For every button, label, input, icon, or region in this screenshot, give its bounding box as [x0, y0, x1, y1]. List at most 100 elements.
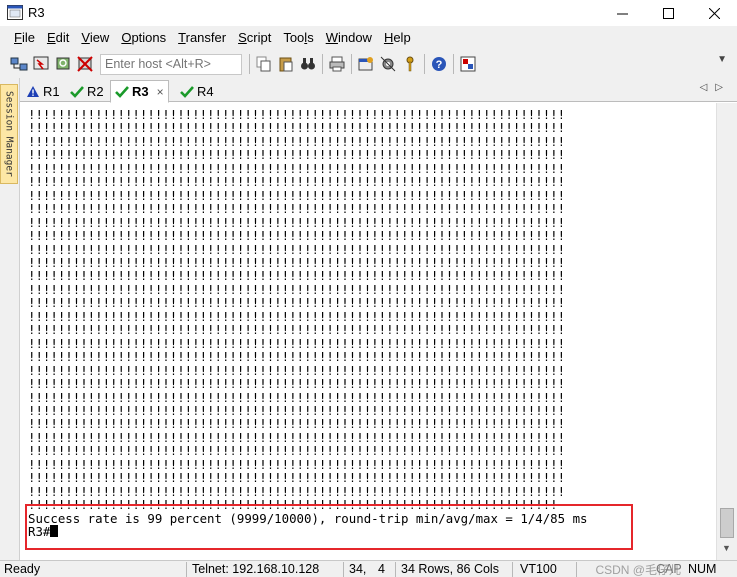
session-manager-tab[interactable]: Session Manager — [0, 84, 18, 184]
warning-icon — [27, 85, 39, 97]
menu-label-part: elp — [393, 30, 411, 45]
check-icon — [115, 86, 129, 98]
keymap-button[interactable] — [399, 53, 421, 75]
global-options-button[interactable] — [377, 53, 399, 75]
check-icon — [70, 85, 84, 98]
toolbar-separator — [322, 54, 323, 74]
menu-item[interactable]: Window — [320, 26, 378, 50]
toolbar-separator — [351, 54, 352, 74]
print-button[interactable] — [326, 53, 348, 75]
close-icon — [708, 7, 720, 19]
session-options-button[interactable] — [355, 53, 377, 75]
toolbar-separator — [453, 54, 454, 74]
maximize-button[interactable] — [645, 0, 691, 26]
close-button[interactable] — [691, 0, 737, 26]
connect-icon — [10, 57, 28, 71]
menu-mnemonic: F — [14, 30, 22, 45]
check-icon — [180, 85, 194, 98]
menu-label-part: ile — [21, 30, 35, 45]
menu-label-part: s — [307, 30, 314, 45]
status-cap: CAP — [656, 562, 682, 576]
disconnect-icon — [77, 56, 93, 72]
status-divider — [395, 562, 396, 577]
tab-r1[interactable]: R1 — [22, 80, 64, 102]
status-size: 34 Rows, 86 Cols — [401, 562, 499, 576]
menu-mnemonic: H — [383, 30, 394, 45]
status-divider — [343, 562, 344, 577]
scroll-down-icon[interactable]: ▼ — [722, 543, 731, 553]
menu-mnemonic: V — [81, 30, 90, 45]
terminal-pane[interactable]: !!!!!!!!!!!!!!!!!!!!!!!!!!!!!!!!!!!!!!!!… — [22, 103, 716, 560]
paste-button[interactable] — [275, 53, 297, 75]
menu-mnemonic: E — [46, 30, 56, 45]
svg-text:?: ? — [436, 59, 443, 71]
securecrt-app-icon — [7, 5, 23, 20]
terminal-output: !!!!!!!!!!!!!!!!!!!!!!!!!!!!!!!!!!!!!!!!… — [28, 108, 588, 539]
help-icon: ? — [432, 57, 446, 71]
copy-icon — [256, 56, 271, 72]
toolbar-overflow-icon[interactable]: ▼ — [717, 54, 727, 65]
ping-output-lines: !!!!!!!!!!!!!!!!!!!!!!!!!!!!!!!!!!!!!!!!… — [28, 107, 566, 499]
menu-item[interactable]: Options — [115, 26, 172, 50]
tab-label: R3 — [132, 84, 149, 99]
status-connection: Telnet: 192.168.10.128 — [192, 562, 320, 576]
toolbar-separator — [249, 54, 250, 74]
status-emulation: VT100 — [520, 562, 557, 576]
menu-label-part: ransfer — [185, 30, 227, 45]
menu-label-part: Too — [283, 30, 305, 45]
sftp-button[interactable] — [457, 53, 479, 75]
connect-button[interactable] — [8, 53, 30, 75]
find-button[interactable] — [297, 53, 319, 75]
session-options-icon — [358, 57, 373, 71]
key-icon — [406, 56, 414, 72]
menu-item[interactable]: Script — [232, 26, 277, 50]
tab-r4[interactable]: R4 — [176, 80, 218, 102]
tab-r2[interactable]: R2 — [66, 80, 108, 102]
result-highlight-box — [25, 504, 633, 550]
session-manager-label: Session Manager — [3, 91, 15, 177]
tab-label: R1 — [43, 83, 60, 99]
menu-label-part: dit — [55, 30, 70, 45]
menu-item[interactable]: Help — [378, 26, 417, 50]
tab-r3[interactable]: R3 × — [110, 80, 169, 103]
tab-label: R4 — [197, 83, 214, 99]
menu-label-part: cript — [246, 30, 272, 45]
status-num: NUM — [688, 562, 717, 576]
printer-icon — [329, 56, 345, 72]
tab-label: R2 — [87, 83, 104, 99]
disconnect-button[interactable] — [74, 53, 96, 75]
menu-item[interactable]: Edit — [41, 26, 75, 50]
window-title: R3 — [28, 5, 45, 20]
scrollbar-thumb[interactable] — [720, 508, 734, 538]
tab-scroll-icons[interactable]: ◁▷ — [700, 82, 731, 93]
toolbar: ? ▼ — [0, 50, 737, 78]
quick-connect-icon — [33, 56, 49, 70]
menu-item[interactable]: Tools — [277, 26, 319, 50]
menu-item[interactable]: Transfer — [172, 26, 232, 50]
minimize-button[interactable] — [599, 0, 645, 26]
gear-icon — [380, 56, 396, 72]
quick-connect-button[interactable] — [30, 53, 52, 75]
minimize-icon — [616, 13, 628, 14]
menu-mnemonic: T — [178, 30, 186, 45]
status-col: 4 — [378, 562, 385, 576]
help-button[interactable]: ? — [428, 53, 450, 75]
title-bar: R3 — [0, 0, 737, 26]
session-manager-strip: Session Manager — [0, 78, 20, 560]
toolbar-separator — [424, 54, 425, 74]
reconnect-button[interactable] — [52, 53, 74, 75]
paste-icon — [279, 57, 293, 72]
status-divider — [186, 562, 187, 577]
menu-mnemonic: O — [121, 30, 132, 45]
maximize-icon — [662, 7, 674, 19]
status-row: 34, — [349, 562, 367, 576]
copy-button[interactable] — [253, 53, 275, 75]
host-input[interactable] — [100, 53, 242, 75]
menu-label-part: iew — [89, 30, 110, 45]
terminal-scrollbar[interactable]: ▼ — [716, 103, 737, 560]
menu-item[interactable]: File — [8, 26, 41, 50]
tab-close-icon[interactable]: × — [157, 85, 164, 99]
reconnect-icon — [56, 57, 70, 70]
status-divider — [576, 562, 577, 577]
menu-item[interactable]: View — [75, 26, 115, 50]
